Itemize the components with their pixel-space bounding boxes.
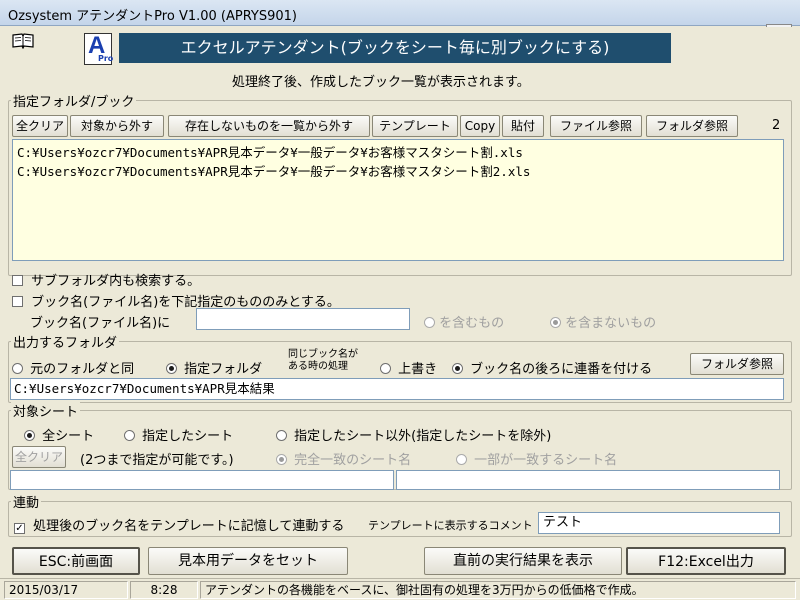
all-sheets-radio[interactable] <box>24 430 35 441</box>
overwrite-label: 上書き <box>398 362 438 377</box>
output-browse-folder-button[interactable]: フォルダ参照 <box>690 353 784 375</box>
client-area: A Pro エクセルアテンダント(ブックをシート毎に別ブックにする) 処理終了後… <box>0 27 800 600</box>
sheet-name-field-1[interactable] <box>10 470 394 490</box>
bookname-field-label: ブック名(ファイル名)に <box>30 316 171 331</box>
file-count: 2 <box>772 118 781 133</box>
sheet-group-label: 対象シート <box>11 401 81 420</box>
same-name-line2: ある時の処理 <box>288 361 348 372</box>
partial-match-radio[interactable] <box>456 454 467 465</box>
specified-sheets-label: 指定したシート <box>142 429 234 444</box>
except-specified-option[interactable]: 指定したシート以外(指定したシートを除外) <box>276 425 551 444</box>
show-previous-result-button[interactable]: 直前の実行結果を表示 <box>424 547 622 575</box>
overwrite-radio[interactable] <box>380 363 391 374</box>
set-sample-data-button[interactable]: 見本用データをセット <box>148 547 348 575</box>
bookname-input[interactable] <box>196 308 410 330</box>
status-message: アテンダントの各機能をベースに、御社固有の処理を3万円からの低価格で作成。 <box>200 581 796 599</box>
specified-sheets-option[interactable]: 指定したシート <box>124 425 233 444</box>
overwrite-option[interactable]: 上書き <box>380 358 437 377</box>
specified-folder-option[interactable]: 指定フォルダ <box>166 358 262 377</box>
bookname-only-checkbox[interactable] <box>12 296 23 307</box>
sheet-hint: (2つまで指定が可能です。) <box>80 453 234 468</box>
include-option[interactable]: を含むもの <box>424 312 504 331</box>
remember-option[interactable]: ✓ 処理後のブック名をテンプレートに記憶して連動する <box>14 515 344 534</box>
title-banner: エクセルアテンダント(ブックをシート毎に別ブックにする) <box>119 33 671 63</box>
remember-label: 処理後のブック名をテンプレートに記憶して連動する <box>33 519 345 534</box>
list-item[interactable]: C:¥Users¥ozcr7¥Documents¥APR見本データ¥一般データ¥… <box>17 161 779 180</box>
sheet-name-field-2[interactable] <box>396 470 780 490</box>
same-folder-label: 元のフォルダと同 <box>30 362 135 377</box>
same-name-label: 同じブック名が ある時の処理 <box>288 349 358 373</box>
link-group-label: 連動 <box>11 492 42 511</box>
clear-all-button[interactable]: 全クリア <box>12 115 68 137</box>
append-number-radio[interactable] <box>452 363 463 374</box>
subtitle: 処理終了後、作成したブック一覧が表示されます。 <box>232 75 530 90</box>
book-icon <box>12 33 34 50</box>
file-list[interactable]: C:¥Users¥ozcr7¥Documents¥APR見本データ¥一般データ¥… <box>12 139 784 261</box>
browse-folder-button[interactable]: フォルダ参照 <box>646 115 738 137</box>
all-sheets-label: 全シート <box>42 429 95 444</box>
browse-file-button[interactable]: ファイル参照 <box>550 115 642 137</box>
remember-checkbox[interactable]: ✓ <box>14 523 25 534</box>
specified-sheets-radio[interactable] <box>124 430 135 441</box>
app-logo: A Pro <box>84 32 114 65</box>
esc-back-button[interactable]: ESC:前画面 <box>12 547 140 575</box>
f12-excel-output-button[interactable]: F12:Excel出力 <box>626 547 786 575</box>
comment-field[interactable]: テスト <box>538 512 780 534</box>
window-title: Ozsystem アテンダントPro V1.00 (APRYS901) <box>8 9 297 24</box>
subfolder-label: サブフォルダ内も検索する。 <box>31 274 201 289</box>
folder-group-label: 指定フォルダ/ブック <box>11 91 137 110</box>
status-date: 2015/03/17 <box>4 581 128 599</box>
copy-button[interactable]: Copy <box>460 115 500 137</box>
exact-match-radio[interactable] <box>276 454 287 465</box>
same-folder-option[interactable]: 元のフォルダと同 <box>12 358 134 377</box>
specified-folder-radio[interactable] <box>166 363 177 374</box>
paste-button[interactable]: 貼付 <box>502 115 544 137</box>
specified-folder-label: 指定フォルダ <box>184 362 263 377</box>
sheet-clear-all-button[interactable]: 全クリア <box>12 446 66 468</box>
remove-from-target-button[interactable]: 対象から外す <box>70 115 164 137</box>
exact-match-option[interactable]: 完全一致のシート名 <box>276 449 411 468</box>
partial-match-label: 一部が一致するシート名 <box>474 453 618 468</box>
all-sheets-option[interactable]: 全シート <box>24 425 94 444</box>
status-time: 8:28 <box>130 581 198 599</box>
append-number-label: ブック名の後ろに連番を付ける <box>470 362 653 377</box>
banner-text: エクセルアテンダント(ブックをシート毎に別ブックにする) <box>180 38 610 57</box>
comment-label: テンプレートに表示するコメント <box>368 519 533 532</box>
remove-missing-button[interactable]: 存在しないものを一覧から外す <box>168 115 370 137</box>
title-bar: Ozsystem アテンダントPro V1.00 (APRYS901) ▭ <box>0 0 800 38</box>
exclude-radio[interactable] <box>550 317 561 328</box>
output-path-field[interactable]: C:¥Users¥ozcr7¥Documents¥APR見本結果 <box>10 378 784 400</box>
except-specified-label: 指定したシート以外(指定したシートを除外) <box>294 429 552 444</box>
include-radio[interactable] <box>424 317 435 328</box>
include-label: を含むもの <box>439 316 505 331</box>
status-bar: 2015/03/17 8:28 アテンダントの各機能をベースに、御社固有の処理を… <box>0 578 800 600</box>
subfolder-checkbox[interactable] <box>12 275 23 286</box>
subfolder-option[interactable]: サブフォルダ内も検索する。 <box>12 270 200 289</box>
logo-sub: Pro <box>98 54 114 63</box>
output-group-label: 出力するフォルダ <box>11 332 120 351</box>
list-item[interactable]: C:¥Users¥ozcr7¥Documents¥APR見本データ¥一般データ¥… <box>17 142 779 161</box>
same-name-line1: 同じブック名が <box>288 349 358 360</box>
partial-match-option[interactable]: 一部が一致するシート名 <box>456 449 617 468</box>
append-number-option[interactable]: ブック名の後ろに連番を付ける <box>452 358 652 377</box>
exact-match-label: 完全一致のシート名 <box>294 453 412 468</box>
same-folder-radio[interactable] <box>12 363 23 374</box>
except-specified-radio[interactable] <box>276 430 287 441</box>
template-button[interactable]: テンプレート <box>372 115 458 137</box>
exclude-option[interactable]: を含まないもの <box>550 312 656 331</box>
exclude-label: を含まないもの <box>565 316 657 331</box>
